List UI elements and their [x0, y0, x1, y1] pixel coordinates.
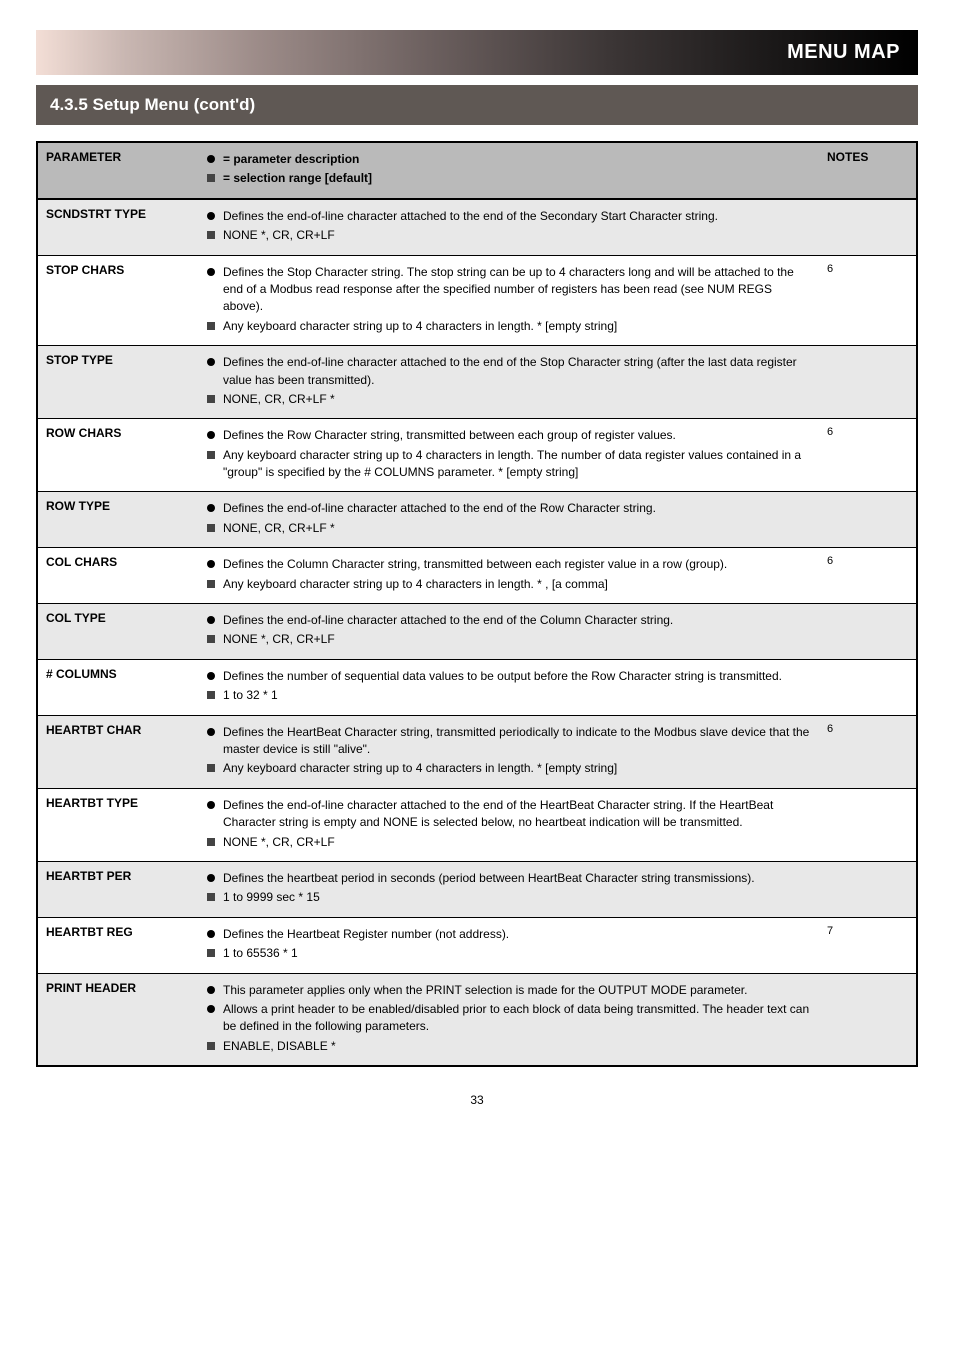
param-notes: 6 [819, 255, 917, 346]
param-name: HEARTBT TYPE [37, 788, 197, 861]
section-title-bar: 4.3.5 Setup Menu (cont'd) [36, 85, 918, 125]
param-details: Defines the heartbeat period in seconds … [197, 861, 819, 917]
param-description: Defines the end-of-line character attach… [205, 612, 811, 629]
table-row: ROW TYPE Defines the end-of-line characte… [37, 492, 917, 548]
param-name: COL TYPE [37, 604, 197, 660]
param-details: Defines the Column Character string, tra… [197, 548, 819, 604]
param-details: Defines the Stop Character string. The s… [197, 255, 819, 346]
param-name: # COLUMNS [37, 659, 197, 715]
page-number: 33 [0, 1093, 954, 1107]
param-range: ENABLE, DISABLE * [205, 1038, 811, 1055]
param-description: Defines the end-of-line character attach… [205, 354, 811, 389]
param-name: ROW TYPE [37, 492, 197, 548]
param-details: Defines the end-of-line character attach… [197, 492, 819, 548]
param-name: STOP CHARS [37, 255, 197, 346]
table-row: HEARTBT REG Defines the Heartbeat Registe… [37, 917, 917, 973]
param-details: Defines the Heartbeat Register number (n… [197, 917, 819, 973]
param-details: Defines the end-of-line character attach… [197, 604, 819, 660]
header-gradient: MENU MAP [36, 30, 918, 75]
param-name: PRINT HEADER [37, 973, 197, 1066]
parameters-table: PARAMETER = parameter description = sele… [36, 141, 918, 1067]
table-header-row: PARAMETER = parameter description = sele… [37, 142, 917, 199]
param-notes [819, 659, 917, 715]
legend-desc: = parameter description [223, 152, 359, 166]
param-notes [819, 199, 917, 255]
param-notes: 6 [819, 715, 917, 788]
param-range: Any keyboard character string up to 4 ch… [205, 760, 811, 777]
param-description: This parameter applies only when the PRI… [205, 982, 811, 999]
param-details: Defines the end-of-line character attach… [197, 199, 819, 255]
param-range: 1 to 65536 * 1 [205, 945, 811, 962]
param-details: Defines the number of sequential data va… [197, 659, 819, 715]
header-bar: MENU MAP [36, 30, 918, 75]
param-range: 1 to 32 * 1 [205, 687, 811, 704]
param-name: COL CHARS [37, 548, 197, 604]
table-row: STOP TYPEDefines the end-of-line charact… [37, 346, 917, 419]
table-row: HEARTBT PER Defines the heartbeat period … [37, 861, 917, 917]
param-description: Defines the Heartbeat Register number (n… [205, 926, 811, 943]
param-range: Any keyboard character string up to 4 ch… [205, 318, 811, 335]
param-range: NONE *, CR, CR+LF [205, 631, 811, 648]
param-notes [819, 346, 917, 419]
param-description: Defines the Row Character string, transm… [205, 427, 811, 444]
table-row: ROW CHARS Defines the Row Character strin… [37, 419, 917, 492]
param-range: NONE, CR, CR+LF * [205, 391, 811, 408]
param-name: STOP TYPE [37, 346, 197, 419]
param-description: Allows a print header to be enabled/disa… [205, 1001, 811, 1036]
table-row: PRINT HEADER This parameter applies only … [37, 973, 917, 1066]
param-range: Any keyboard character string up to 4 ch… [205, 447, 811, 482]
param-details: This parameter applies only when the PRI… [197, 973, 819, 1066]
param-notes: 6 [819, 419, 917, 492]
param-notes [819, 861, 917, 917]
param-description: Defines the end-of-line character attach… [205, 500, 811, 517]
param-notes: 7 [819, 917, 917, 973]
param-notes [819, 788, 917, 861]
param-description: Defines the HeartBeat Character string, … [205, 724, 811, 759]
param-range: NONE, CR, CR+LF * [205, 520, 811, 537]
param-range: NONE *, CR, CR+LF [205, 834, 811, 851]
param-range: NONE *, CR, CR+LF [205, 227, 811, 244]
param-range: 1 to 9999 sec * 15 [205, 889, 811, 906]
section-title: 4.3.5 Setup Menu (cont'd) [50, 95, 255, 114]
table-row: STOP CHARSDefines the Stop Character str… [37, 255, 917, 346]
param-notes [819, 604, 917, 660]
legend-range: = selection range [default] [223, 171, 372, 185]
table-row: HEARTBT TYPEDefines the end-of-line char… [37, 788, 917, 861]
param-details: Defines the HeartBeat Character string, … [197, 715, 819, 788]
param-notes: 6 [819, 548, 917, 604]
page-body: PARAMETER = parameter description = sele… [0, 141, 954, 1067]
param-name: HEARTBT REG [37, 917, 197, 973]
param-notes [819, 492, 917, 548]
table-row: SCNDSTRT TYPE Defines the end-of-line cha… [37, 199, 917, 255]
param-description: Defines the end-of-line character attach… [205, 797, 811, 832]
col-header-notes: NOTES [819, 142, 917, 199]
table-row: HEARTBT CHARDefines the HeartBeat Charac… [37, 715, 917, 788]
col-header-legend: = parameter description = selection rang… [197, 142, 819, 199]
param-details: Defines the Row Character string, transm… [197, 419, 819, 492]
param-description: Defines the Column Character string, tra… [205, 556, 811, 573]
param-description: Defines the Stop Character string. The s… [205, 264, 811, 316]
param-description: Defines the number of sequential data va… [205, 668, 811, 685]
param-description: Defines the heartbeat period in seconds … [205, 870, 811, 887]
col-header-parameter: PARAMETER [37, 142, 197, 199]
param-name: HEARTBT PER [37, 861, 197, 917]
param-range: Any keyboard character string up to 4 ch… [205, 576, 811, 593]
param-description: Defines the end-of-line character attach… [205, 208, 811, 225]
param-name: ROW CHARS [37, 419, 197, 492]
param-details: Defines the end-of-line character attach… [197, 788, 819, 861]
table-row: COL TYPE Defines the end-of-line characte… [37, 604, 917, 660]
table-row: # COLUMNS Defines the number of sequentia… [37, 659, 917, 715]
param-notes [819, 973, 917, 1066]
table-row: COL CHARS Defines the Column Character st… [37, 548, 917, 604]
param-name: HEARTBT CHAR [37, 715, 197, 788]
header-label: MENU MAP [787, 41, 900, 64]
param-details: Defines the end-of-line character attach… [197, 346, 819, 419]
param-name: SCNDSTRT TYPE [37, 199, 197, 255]
